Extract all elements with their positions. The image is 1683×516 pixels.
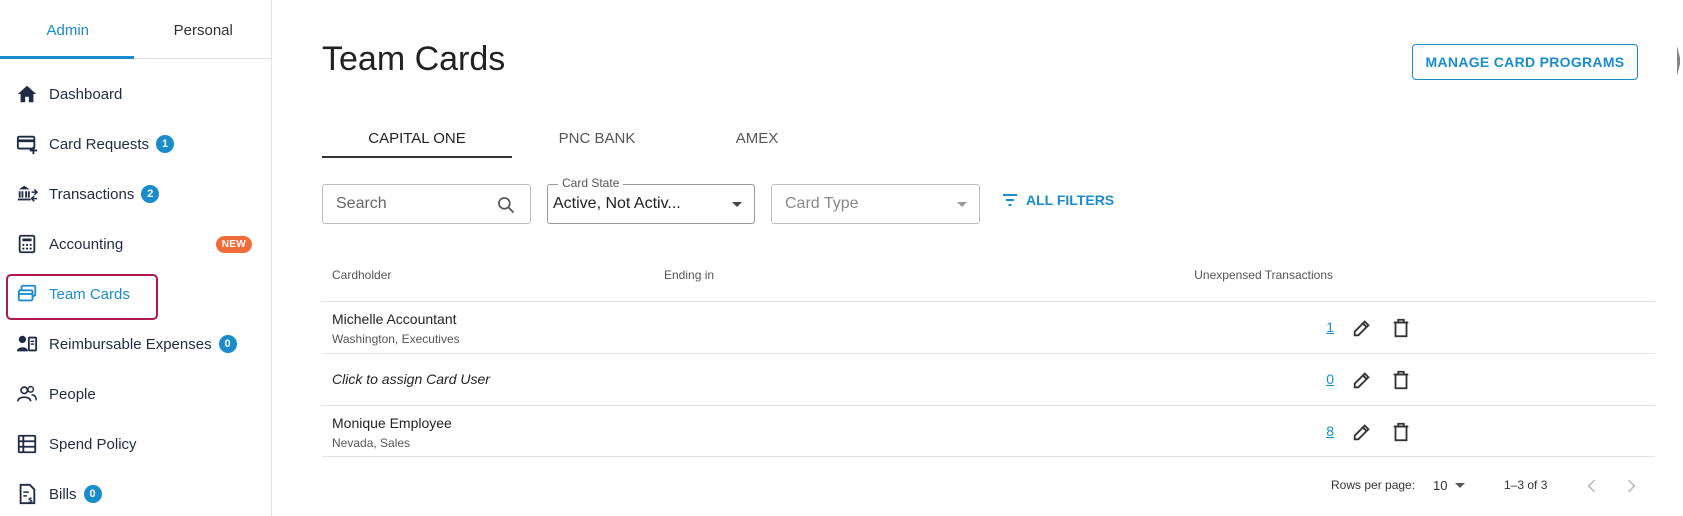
edit-icon[interactable]	[1351, 421, 1373, 443]
delete-icon[interactable]	[1390, 421, 1412, 443]
tab-amex[interactable]: AMEX	[682, 118, 832, 158]
count-badge: 0	[83, 485, 102, 503]
policy-icon	[16, 433, 38, 455]
rows-per-page-select[interactable]: 10	[1433, 478, 1466, 493]
cards-icon	[16, 283, 38, 305]
sidebar-item-transactions[interactable]: Transactions 2	[0, 169, 272, 219]
chevron-down-icon	[732, 202, 742, 207]
column-header-cardholder[interactable]: Cardholder	[332, 268, 391, 282]
count-badge: 1	[156, 135, 175, 153]
manage-card-programs-button[interactable]: MANAGE CARD PROGRAMS	[1412, 44, 1638, 80]
edit-icon[interactable]	[1351, 369, 1373, 391]
assign-card-user-link[interactable]: Click to assign Card User	[332, 371, 490, 387]
card-state-select[interactable]: Card State Active, Not Activ...	[547, 176, 755, 224]
card-add-icon	[16, 133, 38, 155]
all-filters-button[interactable]: ALL FILTERS	[1002, 192, 1114, 208]
tab-admin[interactable]: Admin	[0, 0, 136, 58]
person-receipt-icon	[16, 333, 38, 355]
chevron-down-icon	[957, 202, 967, 207]
next-page-icon[interactable]	[1621, 476, 1641, 496]
people-icon	[16, 383, 38, 405]
new-tag: NEW	[215, 235, 252, 253]
tab-capital-one[interactable]: CAPITAL ONE	[322, 118, 512, 158]
sidebar-item-people[interactable]: People	[0, 369, 272, 419]
sidebar-item-label: Transactions	[49, 185, 135, 203]
rows-per-page-value: 10	[1433, 478, 1448, 493]
search-icon[interactable]	[496, 195, 516, 215]
sidebar: Admin Personal Dashboard Card Requests 1…	[0, 0, 272, 516]
cardholder-name: Monique Employee	[332, 415, 452, 431]
all-filters-label: ALL FILTERS	[1026, 192, 1115, 208]
sidebar-item-label: Bills	[49, 485, 77, 503]
tab-personal[interactable]: Personal	[136, 0, 272, 58]
card-program-tabs: CAPITAL ONE PNC BANK AMEX	[322, 118, 1652, 160]
tab-pnc-bank[interactable]: PNC BANK	[512, 118, 682, 158]
svg-text:$: $	[28, 495, 33, 504]
card-type-placeholder: Card Type	[785, 195, 859, 212]
cardholder-details: Washington, Executives	[332, 332, 460, 346]
sidebar-item-card-requests[interactable]: Card Requests 1	[0, 119, 272, 169]
sidebar-item-reimbursable-expenses[interactable]: Reimbursable Expenses 0	[0, 319, 272, 369]
column-header-unexpensed[interactable]: Unexpensed Transactions	[1167, 268, 1333, 282]
column-header-ending-in[interactable]: Ending in	[664, 268, 714, 282]
card-state-value: Active, Not Activ...	[553, 195, 681, 212]
count-badge: 0	[218, 335, 237, 353]
sidebar-tabs: Admin Personal	[0, 0, 271, 59]
cardholder-details: Nevada, Sales	[332, 436, 411, 450]
card-state-label: Card State	[558, 176, 624, 190]
search-placeholder: Search	[336, 195, 387, 212]
calculator-icon	[16, 233, 38, 255]
table-row[interactable]: Click to assign Card User 0	[322, 353, 1655, 405]
sidebar-item-label: Card Requests	[49, 135, 150, 153]
sidebar-item-label: People	[49, 385, 96, 403]
sidebar-item-dashboard[interactable]: Dashboard	[0, 69, 272, 119]
sidebar-item-bills[interactable]: $ Bills 0	[0, 469, 272, 516]
count-badge: 2	[141, 185, 160, 203]
sidebar-item-spend-policy[interactable]: Spend Policy	[0, 419, 272, 469]
home-icon	[16, 83, 38, 105]
sidebar-item-label: Team Cards	[49, 285, 130, 303]
collapse-handle[interactable]	[1677, 46, 1680, 76]
unexpensed-count-link[interactable]: 1	[1302, 319, 1334, 335]
table-row[interactable]: Michelle Accountant Washington, Executiv…	[322, 301, 1655, 353]
sidebar-item-accounting[interactable]: Accounting NEW	[0, 219, 272, 269]
chevron-down-icon	[1455, 483, 1466, 488]
sidebar-item-label: Reimbursable Expenses	[49, 335, 212, 353]
active-tab-indicator	[322, 156, 512, 158]
sidebar-item-label: Accounting	[49, 235, 124, 253]
edit-icon[interactable]	[1351, 317, 1373, 339]
table-row[interactable]: Monique Employee Nevada, Sales 8	[322, 405, 1655, 457]
page-title: Team Cards	[322, 40, 506, 78]
delete-icon[interactable]	[1390, 369, 1412, 391]
pagination-range: 1–3 of 3	[1504, 478, 1548, 492]
sidebar-item-label: Spend Policy	[49, 435, 137, 453]
rows-per-page-label: Rows per page:	[1331, 478, 1416, 492]
previous-page-icon[interactable]	[1582, 476, 1602, 496]
card-type-select[interactable]: Card Type	[771, 184, 980, 224]
filter-icon	[1003, 194, 1017, 206]
unexpensed-count-link[interactable]: 8	[1302, 423, 1334, 439]
sidebar-item-team-cards[interactable]: Team Cards	[0, 269, 272, 319]
delete-icon[interactable]	[1390, 317, 1412, 339]
bill-icon: $	[16, 483, 38, 505]
bank-transfer-icon	[16, 183, 38, 205]
search-input[interactable]: Search	[322, 184, 531, 224]
cardholder-name: Michelle Accountant	[332, 311, 457, 327]
sidebar-item-label: Dashboard	[49, 85, 123, 103]
active-tab-indicator	[0, 56, 134, 59]
unexpensed-count-link[interactable]: 0	[1302, 371, 1334, 387]
